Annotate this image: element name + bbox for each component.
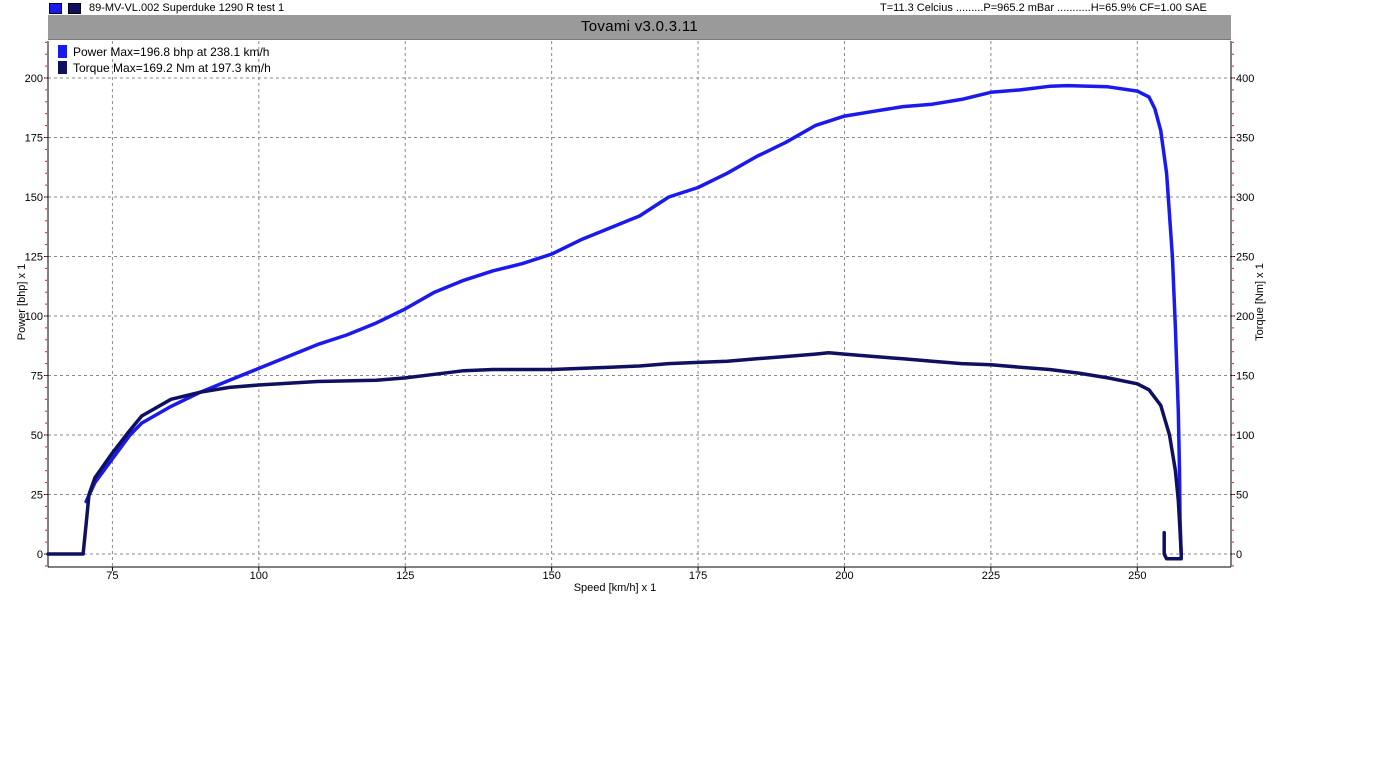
y-tick-label-left: 200 bbox=[25, 73, 43, 85]
y-tick-label-right: 100 bbox=[1236, 430, 1254, 442]
legend-label-torque: Torque Max=169.2 Nm at 197.3 km/h bbox=[73, 61, 271, 75]
y-tick-label-right: 250 bbox=[1236, 252, 1254, 264]
x-tick-label: 175 bbox=[689, 570, 707, 582]
x-axis-label: Speed [km/h] x 1 bbox=[574, 582, 657, 594]
grid bbox=[48, 41, 1231, 567]
y-tick-label-left: 75 bbox=[31, 371, 43, 383]
legend-label-power: Power Max=196.8 bhp at 238.1 km/h bbox=[73, 45, 269, 59]
y-tick-label-right: 150 bbox=[1236, 371, 1254, 383]
x-tick-label: 150 bbox=[542, 570, 560, 582]
y-tick-label-right: 0 bbox=[1236, 549, 1242, 561]
dyno-chart: 75 100 125 150 175 200 225 250 0 25 50 75 100 125 150 1… bbox=[16, 41, 1266, 594]
x-tick-label: 100 bbox=[250, 570, 268, 582]
y-tick-label-left: 50 bbox=[31, 430, 43, 442]
x-tick-label: 200 bbox=[835, 570, 853, 582]
axes: 75 100 125 150 175 200 225 250 0 25 50 75 100 125 150 1… bbox=[25, 41, 1254, 582]
y-tick-label-left: 25 bbox=[31, 490, 43, 502]
y-tick-label-left: 150 bbox=[25, 192, 43, 204]
y-axis-label-left: Power [bhp] x 1 bbox=[16, 264, 28, 340]
legend: Power Max=196.8 bhp at 238.1 km/h Torque … bbox=[58, 45, 271, 75]
x-tick-label: 125 bbox=[396, 570, 414, 582]
y-tick-label-right: 50 bbox=[1236, 490, 1248, 502]
y-tick-label-right: 200 bbox=[1236, 311, 1254, 323]
x-tick-label: 75 bbox=[106, 570, 118, 582]
legend-swatch-torque bbox=[58, 61, 67, 74]
series bbox=[46, 83, 1183, 561]
y-tick-label-right: 300 bbox=[1236, 192, 1254, 204]
y-tick-label-right: 400 bbox=[1236, 73, 1254, 85]
y-axis-label-right: Torque [Nm] x 1 bbox=[1254, 263, 1266, 341]
x-tick-label: 225 bbox=[982, 570, 1000, 582]
y-tick-label-right: 350 bbox=[1236, 133, 1254, 145]
series-line-power bbox=[84, 83, 1183, 556]
y-tick-label-left: 175 bbox=[25, 133, 43, 145]
legend-swatch-power bbox=[58, 45, 67, 58]
y-tick-label-left: 0 bbox=[37, 549, 43, 561]
y-tick-label-left: 125 bbox=[25, 252, 43, 264]
x-tick-label: 250 bbox=[1128, 570, 1146, 582]
